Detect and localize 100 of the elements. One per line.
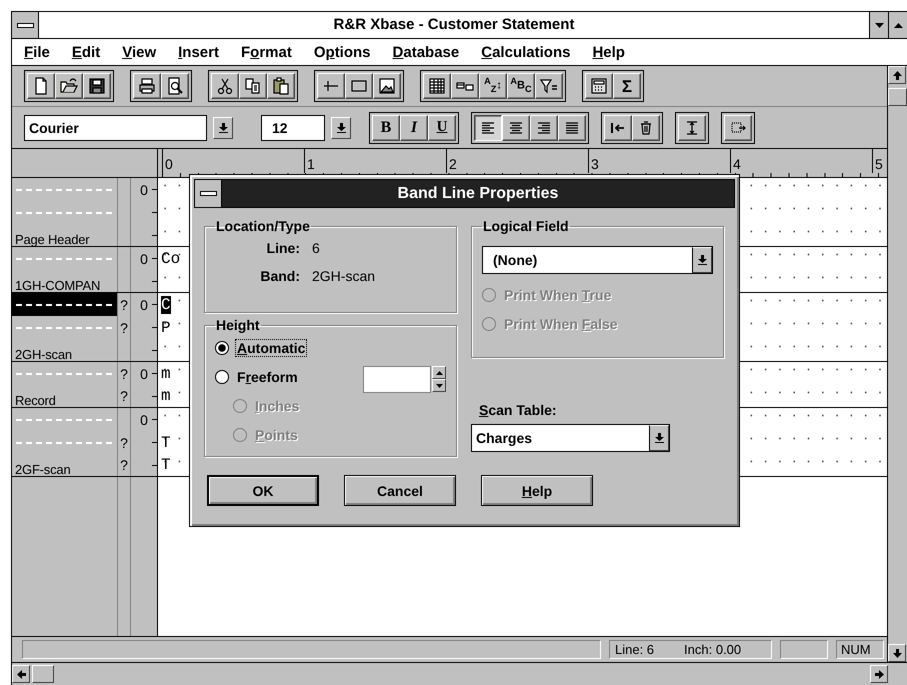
scroll-right-button[interactable]	[870, 665, 888, 683]
menu-item[interactable]: Options	[312, 44, 379, 60]
status-text: Line: 6	[615, 642, 654, 657]
toolbar-button[interactable]: B	[372, 114, 400, 140]
calculator-icon	[590, 77, 608, 95]
maximize-button[interactable]	[888, 12, 907, 38]
band-line-marker[interactable]	[16, 372, 112, 374]
dropdown-button[interactable]	[331, 116, 351, 138]
menu-item[interactable]: Calculations	[479, 44, 578, 60]
dialog-button[interactable]: Help	[481, 475, 593, 506]
dialog-button[interactable]: Cancel	[344, 475, 456, 506]
folder-icon	[60, 77, 78, 95]
dialog-button[interactable]: OK	[207, 475, 319, 506]
left-arrow-icon	[16, 670, 26, 678]
scroll-up-button[interactable]	[888, 66, 906, 84]
menu-item[interactable]: Edit	[70, 44, 108, 60]
horizontal-scrollbar[interactable]	[12, 662, 907, 685]
option-label[interactable]: Freeform	[235, 368, 300, 386]
logical-field-dropdown[interactable]: (None)	[482, 246, 713, 274]
field-value: 6	[312, 240, 320, 256]
scan-table-dropdown[interactable]: Charges	[471, 424, 670, 452]
band-name[interactable]: 2GF-scan	[12, 454, 70, 476]
group-title: Logical Field	[482, 218, 570, 234]
font-dropdown[interactable]: Courier	[24, 114, 207, 140]
down-triangle-icon	[874, 22, 884, 28]
toolbar-button[interactable]: I	[400, 114, 428, 140]
status-text: Inch: 0.00	[684, 642, 742, 657]
radio-button[interactable]	[215, 340, 229, 354]
menu-item[interactable]: Help	[590, 44, 633, 60]
ruler-number: 1	[304, 149, 446, 173]
toolbar-button[interactable]	[474, 114, 502, 140]
report-field-text: Co	[161, 250, 180, 268]
band-line-cell[interactable]: 2GH-scan	[12, 339, 118, 361]
band-line-marker[interactable]	[16, 212, 112, 214]
font-size-dropdown[interactable]: 12	[261, 114, 325, 140]
band-line-marker[interactable]	[16, 258, 112, 260]
band-line-cell[interactable]: 2GF-scan	[12, 454, 118, 476]
menu-item[interactable]: Format	[238, 44, 300, 60]
band-line-marker[interactable]	[16, 304, 112, 306]
flag-text: ?	[120, 434, 128, 450]
band-line-cell[interactable]	[12, 293, 118, 316]
band-line-cell[interactable]: 1GH-COMPAN	[12, 270, 118, 292]
dropdown-value: (None)	[492, 252, 538, 268]
band-line-cell[interactable]: Page Header	[12, 224, 118, 246]
height-icon	[684, 120, 700, 136]
group-title: Location/Type	[215, 218, 311, 234]
menu-item[interactable]: File	[22, 44, 58, 60]
dropdown-button[interactable]	[692, 247, 712, 273]
dropdown-button[interactable]	[213, 116, 233, 138]
down-triangle-icon	[436, 384, 442, 388]
scroll-left-button[interactable]	[12, 665, 30, 683]
band-name[interactable]: 2GH-scan	[12, 338, 72, 362]
group-title: Height	[215, 317, 261, 333]
line-origin: 0	[140, 412, 148, 428]
menu-item[interactable]: Database	[390, 44, 468, 60]
toolbar-button[interactable]: Σ	[613, 73, 641, 99]
flag-text: ?	[120, 457, 128, 473]
toolbar-button[interactable]: U	[428, 114, 456, 140]
scroll-thumb[interactable]	[888, 88, 907, 106]
option-label[interactable]: Automatic	[235, 338, 308, 356]
band-line-marker[interactable]	[16, 188, 112, 190]
minimize-button[interactable]	[869, 12, 888, 38]
band-line-marker[interactable]	[16, 418, 112, 420]
spin-down-button[interactable]	[432, 379, 446, 392]
menu-item[interactable]: View	[120, 44, 164, 60]
spin-up-button[interactable]	[432, 366, 446, 379]
field-label: Line:	[266, 240, 300, 256]
radio-button[interactable]	[215, 370, 229, 384]
menu-item[interactable]: Insert	[176, 44, 227, 60]
num-lock-indicator: NUM	[841, 642, 871, 657]
printer-icon	[138, 77, 156, 95]
funnel-icon	[540, 77, 558, 95]
field-label: Band:	[259, 268, 300, 284]
band-name[interactable]: 1GH-COMPAN	[12, 270, 100, 292]
scroll-down-button[interactable]	[888, 644, 906, 662]
up-triangle-icon	[436, 370, 442, 374]
copy-icon	[244, 77, 262, 95]
align-center-icon	[508, 120, 524, 136]
page-magnifier-icon	[166, 77, 184, 95]
flag-text: ?	[120, 320, 128, 336]
dropdown-button[interactable]	[649, 425, 669, 451]
scroll-thumb[interactable]	[32, 665, 54, 683]
report-field-text: m	[161, 364, 171, 382]
table-icon	[428, 77, 446, 95]
band-line-marker[interactable]	[16, 326, 112, 328]
ruler-number: 2	[446, 149, 588, 173]
window-title: R&R Xbase - Customer Statement	[332, 15, 576, 35]
down-arrow-icon	[892, 648, 902, 658]
system-menu-button[interactable]	[12, 12, 39, 38]
band-name[interactable]: Record	[12, 384, 56, 408]
report-field-text: T	[161, 434, 171, 452]
toolbar-button[interactable]: $^{A}$B$_{C}$	[507, 73, 535, 99]
report-field-text: T	[161, 456, 171, 474]
vertical-scrollbar[interactable]	[887, 66, 907, 662]
scissors-icon	[216, 77, 234, 95]
band-line-cell[interactable]: Record	[12, 385, 118, 407]
dropdown-arrow-icon	[336, 122, 346, 132]
band-line-marker[interactable]	[16, 442, 112, 444]
band-name[interactable]: Page Header	[12, 224, 90, 246]
input-field[interactable]	[363, 366, 431, 393]
